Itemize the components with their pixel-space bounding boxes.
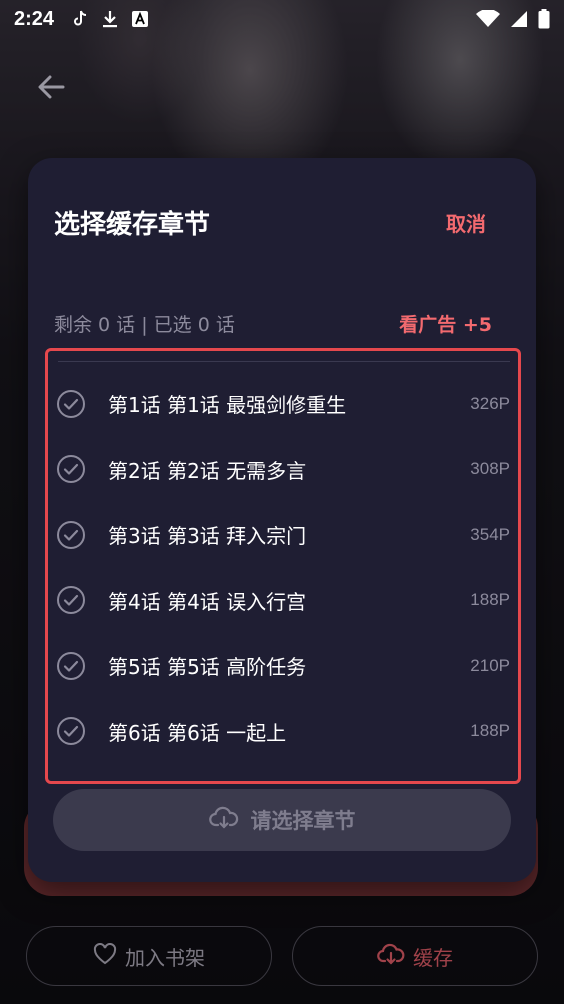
battery-icon	[538, 9, 550, 29]
add-to-shelf-label: 加入书架	[125, 945, 205, 970]
chapter-page-count: 308P	[470, 459, 510, 479]
font-app-icon	[132, 11, 149, 27]
chapter-item[interactable]: 第1话 第1话 最强剑修重生 326P	[48, 371, 518, 437]
status-notifications	[72, 10, 149, 28]
download-selected-button[interactable]: 请选择章节	[53, 789, 511, 851]
watch-ad-button[interactable]: 看广告 +5	[399, 310, 492, 337]
chapter-item[interactable]: 第3话 第3话 拜入宗门 354P	[48, 502, 518, 568]
check-circle-icon[interactable]	[56, 454, 86, 484]
chapter-list: 第1话 第1话 最强剑修重生 326P 第2话 第2话 无需多言 308P 第3…	[48, 371, 518, 764]
check-circle-icon[interactable]	[56, 716, 86, 746]
chapter-title: 第3话 第3话 拜入宗门	[108, 524, 307, 549]
add-to-shelf-button[interactable]: 加入书架	[26, 926, 272, 986]
chapter-title: 第2话 第2话 无需多言	[108, 458, 307, 483]
download-button-label: 请选择章节	[250, 809, 356, 833]
wifi-icon	[476, 10, 500, 28]
cache-button[interactable]: 缓存	[292, 926, 538, 986]
chapter-list-box: 第1话 第1话 最强剑修重生 326P 第2话 第2话 无需多言 308P 第3…	[45, 348, 521, 784]
cache-label: 缓存	[413, 945, 453, 970]
check-circle-icon[interactable]	[56, 651, 86, 681]
chapter-item[interactable]: 第2话 第2话 无需多言 308P	[48, 437, 518, 503]
chapter-page-count: 188P	[470, 590, 510, 610]
list-divider	[58, 361, 510, 362]
back-arrow-icon[interactable]	[34, 70, 68, 104]
chapter-title: 第4话 第4话 误入行宫	[108, 589, 307, 614]
signal-icon	[510, 10, 528, 28]
heart-icon	[93, 942, 117, 970]
selection-stats: 剩余 0 话 | 已选 0 话	[54, 314, 235, 336]
status-time: 2:24	[14, 7, 55, 30]
chapter-item[interactable]: 第5话 第5话 高阶任务 210P	[48, 633, 518, 699]
check-circle-icon[interactable]	[56, 389, 86, 419]
check-circle-icon[interactable]	[56, 585, 86, 615]
select-cache-chapters-dialog: 选择缓存章节 取消 剩余 0 话 | 已选 0 话 看广告 +5 第1话 第1话…	[28, 158, 536, 882]
tiktok-icon	[72, 10, 88, 28]
status-system-icons	[476, 9, 550, 29]
cloud-download-icon	[208, 806, 239, 835]
chapter-title: 第5话 第5话 高阶任务	[108, 655, 307, 680]
chapter-page-count: 354P	[470, 524, 510, 544]
status-bar: 2:24	[0, 0, 564, 38]
check-circle-icon[interactable]	[56, 520, 86, 550]
chapter-item[interactable]: 第4话 第4话 误入行宫 188P	[48, 568, 518, 634]
download-status-icon	[102, 10, 118, 28]
dialog-title: 选择缓存章节	[54, 210, 211, 240]
chapter-title: 第6话 第6话 一起上	[108, 720, 287, 745]
cloud-download-icon	[377, 943, 405, 970]
chapter-title: 第1话 第1话 最强剑修重生	[108, 393, 347, 418]
chapter-page-count: 326P	[470, 393, 510, 413]
chapter-page-count: 188P	[470, 721, 510, 741]
chapter-item[interactable]: 第6话 第6话 一起上 188P	[48, 699, 518, 765]
cancel-button[interactable]: 取消	[446, 208, 486, 237]
chapter-page-count: 210P	[470, 655, 510, 675]
